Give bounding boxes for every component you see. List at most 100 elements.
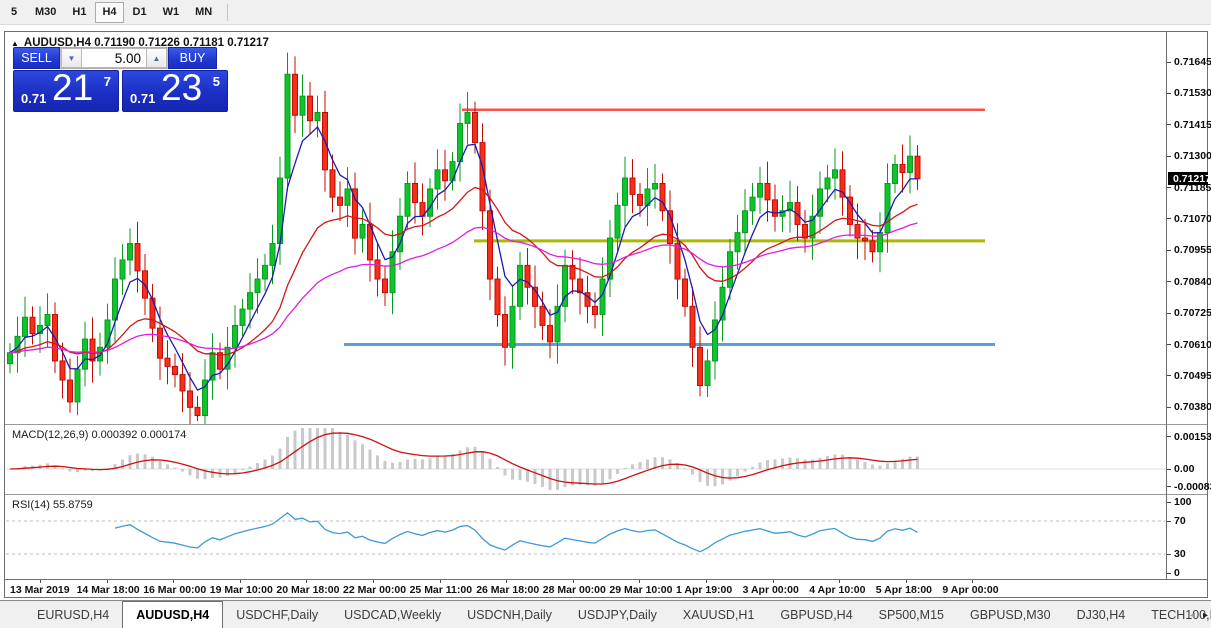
price-tick [1167, 218, 1171, 220]
rsi-scale-label: 100 [1174, 496, 1192, 508]
ohlc-close: 0.71217 [227, 37, 269, 49]
chart-tab-usdcnh-daily[interactable]: USDCNH,Daily [454, 601, 565, 628]
one-click-trading-panel: SELL ▼ 5.00 ▲ BUY 0.71 21 7 0.71 23 5 [13, 47, 229, 112]
macd-scale-tick [1167, 436, 1171, 438]
time-tick [972, 580, 974, 583]
time-axis-label: 25 Mar 11:00 [409, 584, 473, 596]
tab-scroll-right-icon[interactable]: ▸ [1203, 610, 1208, 621]
macd-value-main: 0.000392 [91, 429, 138, 441]
sell-price-box[interactable]: 0.71 21 7 [13, 67, 119, 112]
price-scale-label: 0.70840 [1174, 275, 1211, 288]
price-scale-label: 0.71645 [1174, 56, 1211, 68]
timeframe-button-w1[interactable]: W1 [156, 2, 187, 23]
price-scale-label: 0.70380 [1174, 401, 1211, 414]
timeframe-button-5[interactable]: 5 [2, 2, 26, 23]
price-scale-label: 0.70610 [1174, 338, 1211, 351]
timeframe-button-d1[interactable]: D1 [126, 2, 154, 23]
time-tick [572, 580, 574, 583]
price-scale[interactable]: 0.71217 0.71645 0.71530 0.71415 0.71300 0.71… [1167, 32, 1211, 580]
time-tick [306, 580, 308, 583]
price-scale-label: 0.71415 [1174, 118, 1211, 131]
time-axis: 13 Mar 2019 14 Mar 18:00 16 Mar 00:00 19 Ma… [5, 580, 1162, 599]
timeframe-button-m30[interactable]: M30 [28, 2, 63, 23]
buy-price-pip: 5 [212, 74, 220, 89]
chart-tab-gbpusd-h4[interactable]: GBPUSD,H4 [767, 601, 865, 628]
chart-tab-sp500-m15[interactable]: SP500,M15 [866, 601, 957, 628]
sell-price-pip: 7 [103, 74, 111, 89]
timeframe-button-mn[interactable]: MN [188, 2, 219, 23]
price-scale-label: 0.71300 [1174, 150, 1211, 163]
rsi-scale-tick [1167, 553, 1171, 555]
time-axis-label: 22 Mar 00:00 [343, 584, 407, 596]
chart-tab-usdcad-weekly[interactable]: USDCAD,Weekly [331, 601, 454, 628]
timeframe-button-h4[interactable]: H4 [95, 1, 124, 23]
rsi-scale-label: 30 [1174, 548, 1186, 560]
price-tick [1167, 281, 1171, 283]
chart-tab-usdchf-daily[interactable]: USDCHF,Daily [223, 601, 331, 628]
time-tick [839, 580, 841, 583]
time-axis-label: 3 Apr 00:00 [742, 584, 799, 596]
rsi-scale-tick [1167, 572, 1171, 574]
time-tick [905, 580, 907, 583]
chart-tab-dj30-h4[interactable]: DJ30,H4 [1064, 601, 1139, 628]
tab-scroll-left-icon[interactable]: ◂ [1190, 610, 1195, 621]
time-tick [706, 580, 707, 583]
macd-label: MACD(12,26,9) 0.000392 0.000174 [12, 429, 187, 441]
chart-tab-usdjpy-daily[interactable]: USDJPY,Daily [565, 601, 670, 628]
price-scale-label: 0.71530 [1174, 87, 1211, 100]
rsi-label: RSI(14) 55.8759 [12, 499, 93, 511]
price-tick [1167, 124, 1171, 126]
buy-button[interactable]: BUY [168, 47, 217, 69]
price-scale-label: 0.70495 [1174, 369, 1211, 382]
buy-price-box[interactable]: 0.71 23 5 [122, 67, 228, 112]
chart-tab-audusd-h4[interactable]: AUDUSD,H4 [122, 601, 224, 628]
timeframe-toolbar: 5 M30 H1 H4 D1 W1 MN [0, 0, 1211, 25]
price-tick [1167, 92, 1171, 94]
sell-button[interactable]: SELL [13, 47, 60, 69]
price-tick [1167, 344, 1171, 346]
time-tick [639, 580, 641, 583]
macd-scale-tick [1167, 486, 1171, 488]
price-tick [1167, 249, 1171, 251]
rsi-scale-label: 0 [1174, 567, 1180, 579]
time-tick [173, 580, 175, 583]
volume-input[interactable]: 5.00 [82, 48, 146, 68]
time-axis-label: 28 Mar 00:00 [542, 584, 606, 596]
chart-window: ▲ AUDUSD,H4 0.71190 0.71226 0.71181 0.712… [4, 31, 1211, 599]
sell-price-prefix: 0.71 [21, 91, 47, 106]
price-tick [1167, 155, 1171, 157]
chart-tab-gbpusd-m30[interactable]: GBPUSD,M30 [957, 601, 1064, 628]
volume-decrease-button[interactable]: ▼ [61, 48, 82, 68]
time-tick [40, 580, 41, 583]
rsi-scale-tick [1167, 520, 1171, 522]
time-axis-label: 5 Apr 18:00 [875, 584, 933, 596]
price-scale-label: 0.70955 [1174, 244, 1211, 257]
current-price-badge: 0.71217 [1168, 172, 1211, 186]
time-tick [239, 580, 241, 583]
time-tick [506, 580, 508, 583]
time-axis-label: 26 Mar 18:00 [476, 584, 540, 596]
time-axis-label: 1 Apr 19:00 [676, 584, 733, 596]
chart-tab-eurusd-h4[interactable]: EURUSD,H4 [24, 601, 122, 628]
timeframe-button-h1[interactable]: H1 [65, 2, 93, 23]
time-axis-label: 19 Mar 10:00 [209, 584, 273, 596]
chart-tab-bar: EURUSD,H4 AUDUSD,H4 USDCHF,Daily USDCAD,Wee… [0, 600, 1211, 628]
time-axis-label: 4 Apr 10:00 [809, 584, 866, 596]
volume-increase-button[interactable]: ▲ [146, 48, 167, 68]
price-tick [1167, 61, 1171, 63]
rsi-scale-tick [1167, 501, 1171, 503]
time-axis-label: 14 Mar 18:00 [76, 584, 140, 596]
rsi-scale-label: 70 [1174, 515, 1186, 527]
rsi-indicator-canvas[interactable] [6, 496, 1166, 579]
rsi-value: 55.8759 [52, 499, 93, 511]
time-tick [373, 580, 374, 583]
time-tick [106, 580, 108, 583]
time-tick [439, 580, 441, 583]
macd-scale-label: 0.001538 [1174, 430, 1211, 443]
chart-tab-xauusd-h1[interactable]: XAUUSD,H1 [670, 601, 768, 628]
price-tick [1167, 406, 1171, 408]
price-scale-label: 0.71070 [1174, 212, 1211, 225]
time-tick [772, 580, 774, 583]
price-tick [1167, 375, 1171, 377]
macd-scale-label: -0.000835 [1174, 480, 1211, 493]
